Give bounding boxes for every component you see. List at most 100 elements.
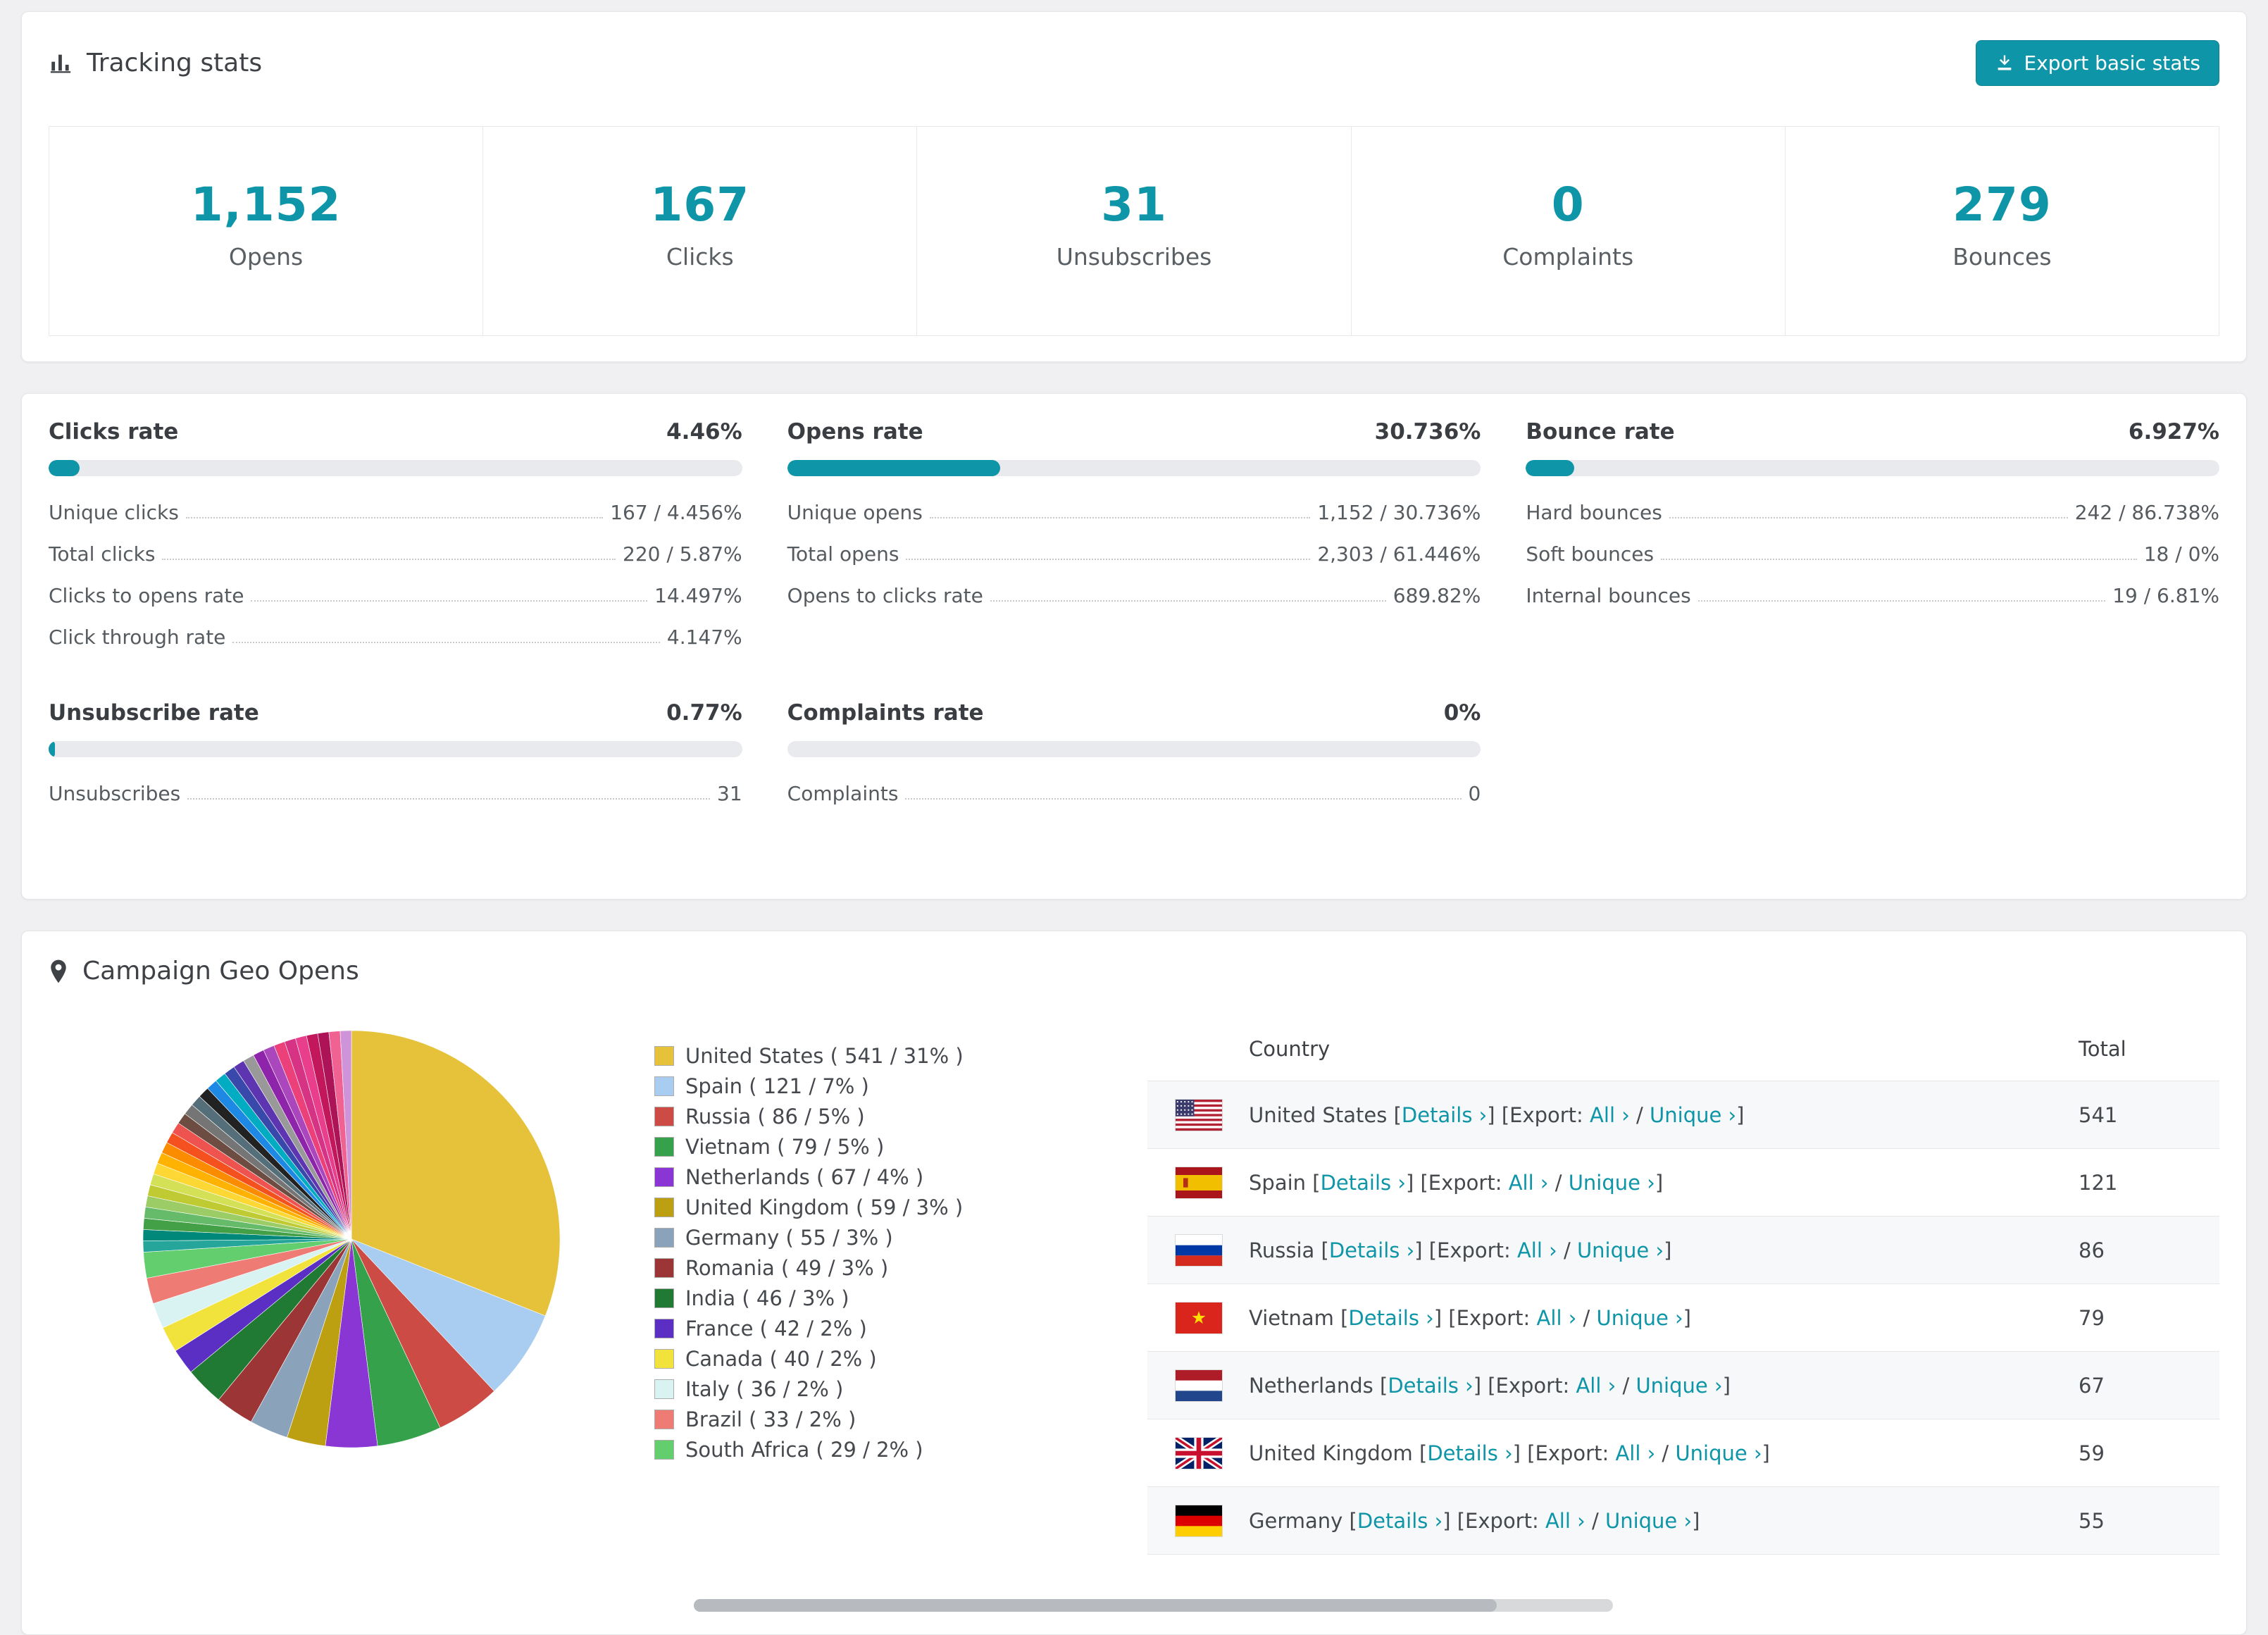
flag-gb-icon	[1176, 1437, 1222, 1469]
legend-swatch	[654, 1136, 674, 1157]
stat-value: 4.147%	[666, 626, 742, 649]
summary-value: 1,152	[190, 178, 342, 232]
rate-title: Bounce rate	[1526, 419, 1675, 445]
bar-chart-icon	[49, 51, 73, 75]
export-icon	[1995, 53, 2014, 73]
geo-table: Country Total United States [Details ›] …	[1147, 1017, 2219, 1555]
rates-grid: Clicks rate 4.46% Unique clicks 167 / 4.456…	[49, 419, 2219, 814]
progress-bar	[49, 741, 742, 757]
stat-row: Opens to clicks rate 689.82%	[787, 575, 1481, 616]
details-link[interactable]: Details ›	[1427, 1441, 1512, 1465]
geo-card: Campaign Geo Opens United States ( 541 /…	[21, 931, 2247, 1635]
stat-row: Unsubscribes 31	[49, 773, 742, 814]
legend-label: India ( 46 / 3% )	[685, 1286, 849, 1310]
stat-label: Clicks to opens rate	[49, 584, 244, 607]
dotted-leader	[162, 559, 616, 560]
country-name: United Kingdom	[1249, 1441, 1413, 1465]
legend-item-russia: Russia ( 86 / 5% )	[654, 1101, 1077, 1131]
country-name: Spain	[1249, 1170, 1307, 1195]
stat-row: Total opens 2,303 / 61.446%	[787, 533, 1481, 575]
map-pin-icon	[49, 959, 68, 984]
country-name: Russia	[1249, 1238, 1315, 1262]
country-total: 541	[2079, 1102, 2118, 1127]
export-all-link[interactable]: All ›	[1576, 1374, 1616, 1398]
export-unique-link[interactable]: Unique ›	[1675, 1441, 1762, 1465]
export-unique-link[interactable]: Unique ›	[1650, 1103, 1736, 1127]
details-link[interactable]: Details ›	[1329, 1238, 1414, 1262]
rate-section-unsubscribe-rate: Unsubscribe rate 0.77% Unsubscribes 31	[49, 700, 742, 814]
stat-value: 0	[1468, 782, 1481, 805]
page: Tracking stats Export basic stats 1,152 O…	[0, 0, 2268, 1635]
summary-stat-complaints: 0 Complaints	[1350, 127, 1785, 335]
legend-swatch	[654, 1348, 674, 1369]
export-unique-link[interactable]: Unique ›	[1605, 1509, 1692, 1533]
summary-stat-unsubscribes: 31 Unsubscribes	[916, 127, 1350, 335]
stat-label: Opens to clicks rate	[787, 584, 983, 607]
summary-row: 1,152 Opens 167 Clicks 31 Unsubscribes 0 Compla…	[49, 126, 2219, 336]
export-basic-stats-button[interactable]: Export basic stats	[1975, 39, 2219, 86]
details-link[interactable]: Details ›	[1402, 1103, 1487, 1127]
column-header-total: Total	[2079, 1036, 2126, 1061]
details-link[interactable]: Details ›	[1357, 1509, 1443, 1533]
country-name: Germany	[1249, 1508, 1343, 1533]
legend-item-germany: Germany ( 55 / 3% )	[654, 1222, 1077, 1252]
export-all-link[interactable]: All ›	[1545, 1509, 1585, 1533]
dotted-leader	[187, 798, 711, 800]
export-unique-link[interactable]: Unique ›	[1635, 1374, 1722, 1398]
legend-label: Russia ( 86 / 5% )	[685, 1104, 865, 1129]
details-link[interactable]: Details ›	[1348, 1306, 1433, 1330]
legend-item-france: France ( 42 / 2% )	[654, 1313, 1077, 1343]
details-link[interactable]: Details ›	[1321, 1171, 1406, 1195]
export-all-link[interactable]: All ›	[1517, 1238, 1557, 1262]
export-all-link[interactable]: All ›	[1537, 1306, 1577, 1330]
rate-section-bounce-rate: Bounce rate 6.927% Hard bounces 242 / 86.73…	[1526, 419, 2219, 658]
geo-legend: United States ( 541 / 31% ) Spain ( 121 /…	[654, 1017, 1077, 1465]
export-all-link[interactable]: All ›	[1590, 1103, 1630, 1127]
legend-label: Germany ( 55 / 3% )	[685, 1225, 893, 1250]
country-total: 86	[2079, 1238, 2105, 1262]
legend-swatch	[654, 1379, 674, 1399]
table-row-spain: Spain [Details ›] [Export: All › / Uniqu…	[1147, 1149, 2219, 1217]
stat-row: Internal bounces 19 / 6.81%	[1526, 575, 2219, 616]
rate-value: 6.927%	[2128, 419, 2219, 445]
stat-row: Unique clicks 167 / 4.456%	[49, 492, 742, 533]
legend-item-south-africa: South Africa ( 29 / 2% )	[654, 1434, 1077, 1465]
geo-title: Campaign Geo Opens	[49, 957, 2219, 986]
rate-title: Complaints rate	[787, 700, 984, 726]
export-all-link[interactable]: All ›	[1509, 1171, 1549, 1195]
horizontal-scrollbar[interactable]	[694, 1599, 1613, 1612]
dotted-leader	[251, 600, 648, 602]
export-unique-link[interactable]: Unique ›	[1569, 1171, 1655, 1195]
rate-section-clicks-rate: Clicks rate 4.46% Unique clicks 167 / 4.456…	[49, 419, 742, 658]
dotted-leader	[906, 559, 1311, 560]
progress-bar	[787, 741, 1481, 757]
table-row-united-states: United States [Details ›] [Export: All ›…	[1147, 1081, 2219, 1149]
flag-de-icon	[1176, 1505, 1222, 1536]
stat-value: 19 / 6.81%	[2112, 584, 2219, 607]
legend-label: Netherlands ( 67 / 4% )	[685, 1164, 924, 1189]
legend-label: South Africa ( 29 / 2% )	[685, 1437, 923, 1462]
stat-value: 14.497%	[654, 584, 742, 607]
legend-swatch	[654, 1106, 674, 1126]
summary-stat-bounces: 279 Bounces	[1784, 127, 2219, 335]
legend-item-brazil: Brazil ( 33 / 2% )	[654, 1404, 1077, 1434]
legend-label: France ( 42 / 2% )	[685, 1316, 867, 1341]
export-all-link[interactable]: All ›	[1615, 1441, 1655, 1465]
legend-swatch	[654, 1197, 674, 1217]
summary-value: 279	[1952, 178, 2052, 232]
export-button-label: Export basic stats	[2024, 51, 2200, 75]
export-unique-link[interactable]: Unique ›	[1597, 1306, 1683, 1330]
stat-label: Unique opens	[787, 501, 923, 524]
legend-swatch	[654, 1409, 674, 1429]
rate-value: 4.46%	[666, 419, 742, 445]
legend-label: Canada ( 40 / 2% )	[685, 1346, 877, 1371]
pie-svg	[142, 1030, 561, 1448]
export-unique-link[interactable]: Unique ›	[1577, 1238, 1664, 1262]
stat-row: Complaints 0	[787, 773, 1481, 814]
details-link[interactable]: Details ›	[1388, 1374, 1473, 1398]
table-row-netherlands: Netherlands [Details ›] [Export: All › /…	[1147, 1352, 2219, 1419]
dotted-leader	[232, 642, 660, 643]
dotted-leader	[1697, 600, 2106, 602]
geo-title-text: Campaign Geo Opens	[82, 957, 359, 986]
horizontal-scrollbar-thumb[interactable]	[694, 1599, 1497, 1612]
